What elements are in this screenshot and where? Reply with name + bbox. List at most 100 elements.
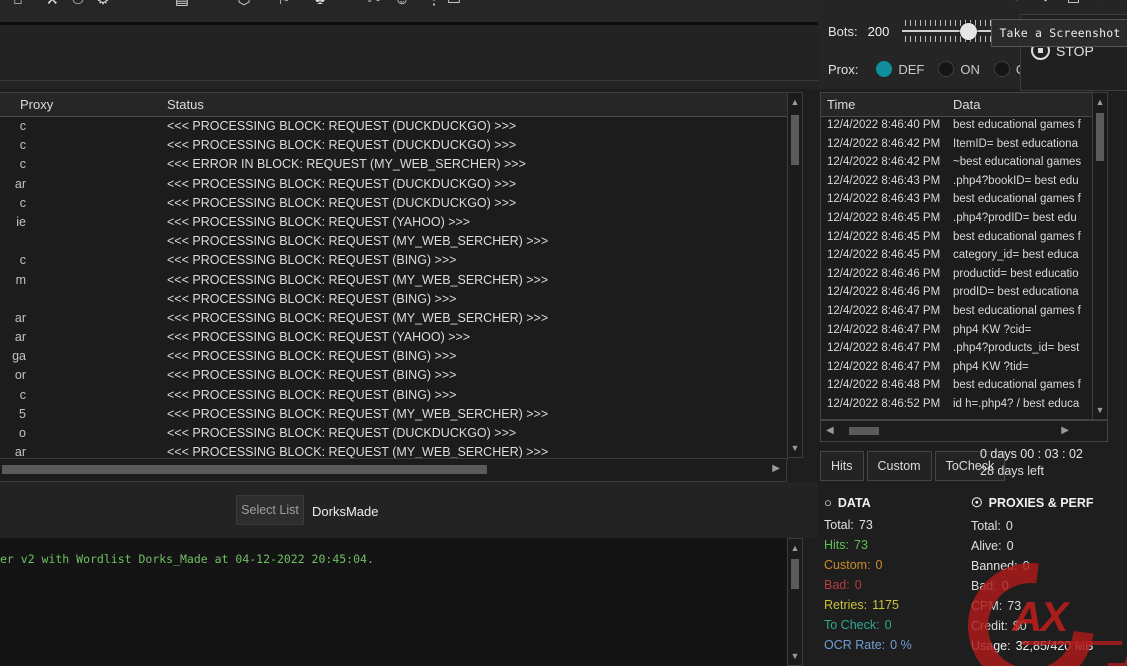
table-row[interactable]: ar<<< PROCESSING BLOCK: REQUEST (YAHOO) … (0, 328, 787, 347)
home-icon[interactable]: ⌂ (8, 0, 28, 10)
proxies-stat-row: Bad:0 (971, 576, 1094, 596)
proxy-grid-horizontal-scrollbar[interactable]: ▶ (0, 458, 787, 482)
data-scroll-right-icon[interactable]: ▶ (1061, 425, 1069, 436)
status-indicator-icon[interactable]: ● (1092, 0, 1111, 7)
hscrollbar-thumb[interactable] (2, 465, 487, 474)
table-row[interactable]: 12/4/2022 8:46:48 PMbest educational gam… (821, 377, 1094, 396)
screenshot-icon[interactable]: ◰ (1064, 0, 1083, 7)
scroll-down-icon[interactable]: ▼ (788, 441, 802, 455)
prox-option-def[interactable]: DEF (876, 61, 924, 77)
table-row[interactable]: 12/4/2022 8:46:45 PMbest educational gam… (821, 229, 1094, 248)
table-row[interactable]: ga<<< PROCESSING BLOCK: REQUEST (BING) >… (0, 347, 787, 366)
table-row[interactable]: c<<< PROCESSING BLOCK: REQUEST (BING) >>… (0, 386, 787, 405)
cell-time: 12/4/2022 8:46:42 PM (827, 156, 940, 168)
table-row[interactable]: c<<< ERROR IN BLOCK: REQUEST (MY_WEB_SER… (0, 155, 787, 174)
slider-thumb[interactable] (960, 23, 977, 40)
hits-icon[interactable]: ⚑ (274, 0, 294, 10)
tab-hits[interactable]: Hits (820, 451, 864, 481)
select-list-button[interactable]: Select List (236, 495, 304, 525)
radio-dot-icon[interactable] (938, 61, 954, 77)
column-header-status[interactable]: Status (167, 97, 204, 112)
scroll-right-icon[interactable]: ▶ (772, 463, 780, 474)
table-row[interactable]: 12/4/2022 8:46:47 PMphp4 KW ?cid= (821, 322, 1094, 341)
cell-status: <<< ERROR IN BLOCK: REQUEST (MY_WEB_SERC… (167, 157, 526, 171)
scroll-up-icon[interactable]: ▲ (788, 95, 802, 109)
table-row[interactable]: ar<<< PROCESSING BLOCK: REQUEST (DUCKDUC… (0, 175, 787, 194)
window-icon[interactable]: ▭ (444, 0, 464, 10)
table-row[interactable]: c<<< PROCESSING BLOCK: REQUEST (DUCKDUCK… (0, 117, 787, 136)
cell-data: .php4?bookID= best edu (953, 175, 1079, 187)
save-icon[interactable]: ⬇ (1036, 0, 1055, 7)
data-scrollbar-thumb[interactable] (1096, 113, 1104, 161)
column-header-time[interactable]: Time (827, 97, 855, 112)
table-row[interactable]: 12/4/2022 8:46:43 PMbest educational gam… (821, 191, 1094, 210)
table-row[interactable]: ar<<< PROCESSING BLOCK: REQUEST (MY_WEB_… (0, 443, 787, 459)
table-row[interactable]: 12/4/2022 8:46:46 PMprodID= best educati… (821, 284, 1094, 303)
table-row[interactable]: c<<< PROCESSING BLOCK: REQUEST (DUCKDUCK… (0, 136, 787, 155)
table-row[interactable]: ar<<< PROCESSING BLOCK: REQUEST (MY_WEB_… (0, 309, 787, 328)
table-row[interactable]: 12/4/2022 8:46:40 PMbest educational gam… (821, 117, 1094, 136)
table-row[interactable]: 12/4/2022 8:46:47 PM.php4?products_id= b… (821, 340, 1094, 359)
stat-value: 0 (885, 618, 892, 632)
proxy-grid-vertical-scrollbar[interactable]: ▲ ▼ (787, 92, 803, 458)
proxies-stats-title-label: PROXIES & PERF (989, 496, 1094, 510)
table-row[interactable]: 12/4/2022 8:46:42 PMItemID= best educati… (821, 136, 1094, 155)
cell-data: best educational games f (953, 305, 1081, 317)
table-row[interactable]: 12/4/2022 8:46:47 PMbest educational gam… (821, 303, 1094, 322)
config-icon[interactable]: ⚙ (93, 0, 113, 10)
table-row[interactable]: 12/4/2022 8:46:45 PMcategory_id= best ed… (821, 247, 1094, 266)
cell-status: <<< PROCESSING BLOCK: REQUEST (BING) >>> (167, 292, 456, 306)
database-icon[interactable]: ⚇ (68, 0, 88, 10)
proxy-grid-header: Proxy Status (0, 93, 787, 117)
cell-time: 12/4/2022 8:46:45 PM (827, 249, 940, 261)
console-scroll-up-icon[interactable]: ▲ (788, 541, 802, 555)
table-row[interactable]: or<<< PROCESSING BLOCK: REQUEST (BING) >… (0, 366, 787, 385)
console-vertical-scrollbar[interactable]: ▲ ▼ (787, 538, 803, 666)
data-scroll-up-icon[interactable]: ▲ (1093, 95, 1107, 109)
table-row[interactable]: c<<< PROCESSING BLOCK: REQUEST (BING) >>… (0, 251, 787, 270)
data-scroll-down-icon[interactable]: ▼ (1093, 403, 1107, 417)
refresh-icon[interactable]: ⟳ (1008, 0, 1027, 7)
wordlist-icon[interactable]: ▤ (172, 0, 192, 10)
table-row[interactable]: <<< PROCESSING BLOCK: REQUEST (BING) >>> (0, 290, 787, 309)
table-row[interactable]: m<<< PROCESSING BLOCK: REQUEST (MY_WEB_S… (0, 271, 787, 290)
table-row[interactable]: 12/4/2022 8:46:43 PM.php4?bookID= best e… (821, 173, 1094, 192)
column-header-proxy[interactable]: Proxy (20, 97, 53, 112)
cell-proxy: ie (0, 215, 26, 229)
table-row[interactable]: 12/4/2022 8:46:47 PMphp4 KW ?tid= (821, 359, 1094, 378)
data-hscrollbar-thumb[interactable] (849, 427, 879, 435)
table-row[interactable]: 12/4/2022 8:46:46 PMproductid= best educ… (821, 266, 1094, 285)
data-grid-vertical-scrollbar[interactable]: ▲ ▼ (1092, 92, 1108, 420)
wrench-icon[interactable]: ⚒ (42, 0, 62, 10)
table-row[interactable]: o<<< PROCESSING BLOCK: REQUEST (DUCKDUCK… (0, 424, 787, 443)
table-row[interactable]: <<< PROCESSING BLOCK: REQUEST (MY_WEB_SE… (0, 232, 787, 251)
cell-status: <<< PROCESSING BLOCK: REQUEST (DUCKDUCKG… (167, 119, 516, 133)
table-row[interactable]: ie<<< PROCESSING BLOCK: REQUEST (YAHOO) … (0, 213, 787, 232)
tab-custom[interactable]: Custom (867, 451, 932, 481)
scrollbar-thumb[interactable] (791, 115, 799, 165)
tools-icon[interactable]: ✂ (364, 0, 384, 10)
console-scroll-down-icon[interactable]: ▼ (788, 649, 802, 663)
select-list-bar: Select List DorksMade (0, 482, 818, 538)
cell-time: 12/4/2022 8:46:45 PM (827, 231, 940, 243)
table-row[interactable]: 12/4/2022 8:46:42 PM~best educational ga… (821, 154, 1094, 173)
cell-status: <<< PROCESSING BLOCK: REQUEST (MY_WEB_SE… (167, 273, 548, 287)
proxies-icon[interactable]: ⬡ (234, 0, 254, 10)
settings-icon[interactable]: ⋮ (424, 0, 444, 10)
table-row[interactable]: 5<<< PROCESSING BLOCK: REQUEST (MY_WEB_S… (0, 405, 787, 424)
radio-dot-icon[interactable] (994, 61, 1010, 77)
radio-dot-icon[interactable] (876, 61, 892, 77)
table-row[interactable]: c<<< PROCESSING BLOCK: REQUEST (DUCKDUCK… (0, 194, 787, 213)
column-header-data[interactable]: Data (953, 97, 980, 112)
data-scroll-left-icon[interactable]: ◀ (826, 425, 834, 436)
console-scrollbar-thumb[interactable] (791, 559, 799, 589)
toolbar-strip-divider (0, 80, 818, 81)
data-grid-horizontal-scrollbar[interactable]: ◀ ▶ (820, 420, 1108, 442)
about-icon[interactable]: ☺ (392, 0, 412, 10)
prox-option-on[interactable]: ON (938, 61, 980, 77)
plugins-icon[interactable]: ♣ (310, 0, 330, 10)
table-row[interactable]: 12/4/2022 8:46:45 PM.php4?prodID= best e… (821, 210, 1094, 229)
cell-time: 12/4/2022 8:46:48 PM (827, 379, 940, 391)
bots-label: Bots: (828, 24, 858, 39)
table-row[interactable]: 12/4/2022 8:46:52 PMid h=.php4? / best e… (821, 396, 1094, 415)
